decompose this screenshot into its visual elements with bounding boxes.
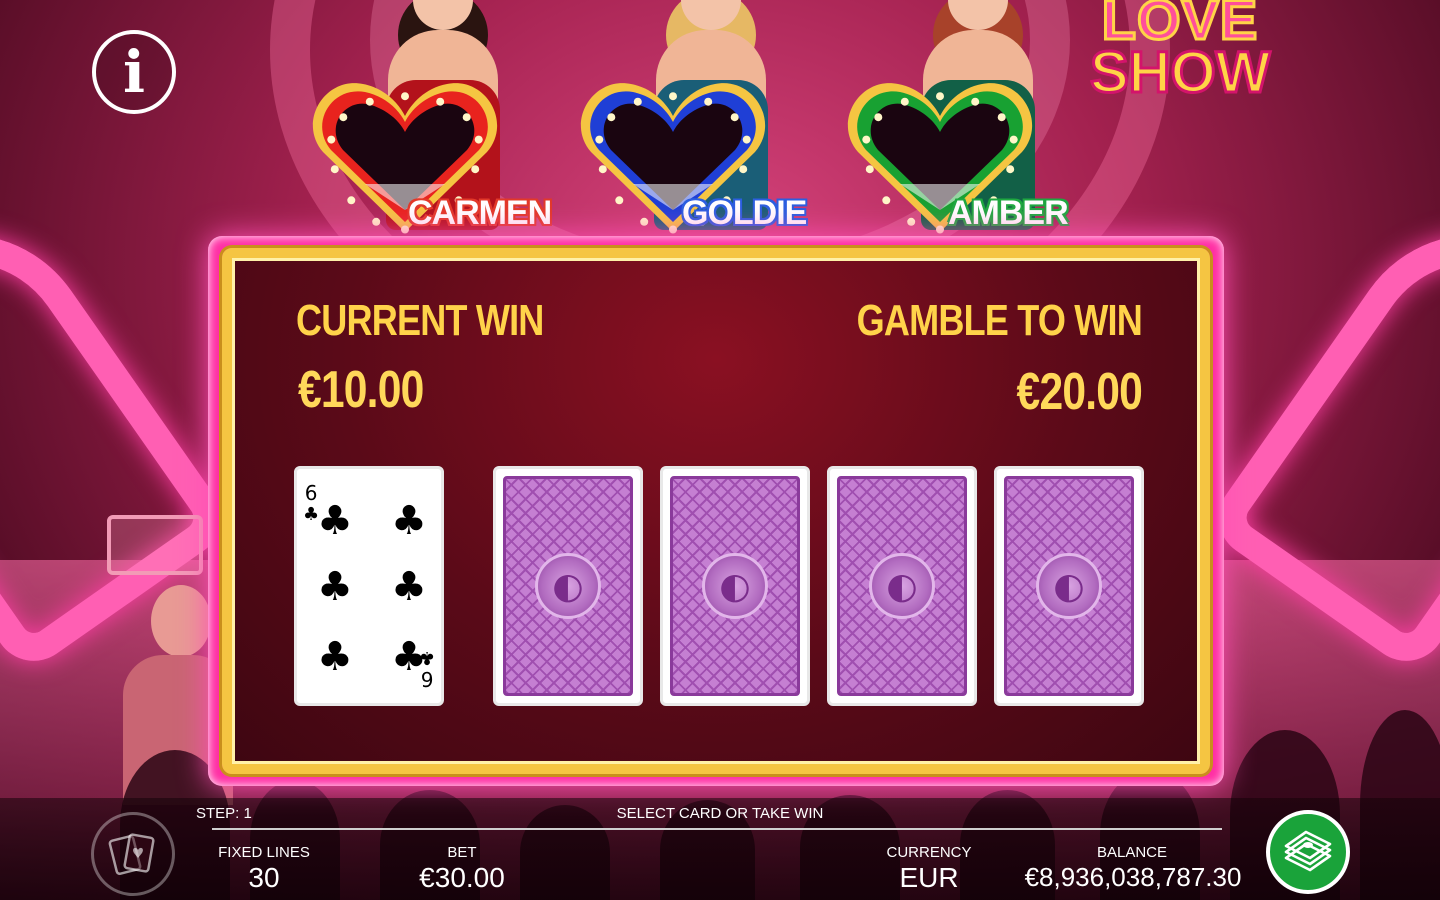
cards-heart-icon xyxy=(108,833,155,876)
face-down-card-3[interactable]: ◐ xyxy=(827,466,977,706)
balance-label: BALANCE xyxy=(1096,844,1168,861)
gamble-to-win-value: €20.00 xyxy=(1016,363,1143,421)
info-icon: i xyxy=(122,38,146,106)
take-win-button[interactable] xyxy=(1266,810,1350,894)
balance-value: €8,936,038,787.30 xyxy=(1024,862,1242,892)
currency-value: EUR xyxy=(899,862,959,893)
contestant-name: CARMEN xyxy=(408,194,552,232)
club-pip: ♣ xyxy=(391,498,427,544)
card-back-emblem-icon: ◐ xyxy=(869,553,935,619)
current-win-label: CURRENT WIN xyxy=(296,296,544,345)
card-back-emblem-icon: ◐ xyxy=(702,553,768,619)
currency-label: CURRENCY xyxy=(886,844,972,861)
dealer-card: 6 ♣ 6 ♣ ♣ ♣ ♣ ♣ ♣ ♣ xyxy=(294,466,444,706)
face-down-card-4[interactable]: ◐ xyxy=(994,466,1144,706)
logo-line-1: LOVE xyxy=(1100,0,1259,51)
bar-divider xyxy=(212,828,1222,830)
bet-label: BET xyxy=(447,844,477,861)
gamble-to-win-label: GAMBLE TO WIN xyxy=(856,296,1143,345)
game-logo: LOVE SHOW xyxy=(1089,0,1272,105)
club-pip: ♣ xyxy=(317,498,353,544)
club-pip: ♣ xyxy=(391,564,427,610)
club-pip: ♣ xyxy=(317,564,353,610)
face-down-card-2[interactable]: ◐ xyxy=(660,466,810,706)
contestant-name: AMBER xyxy=(948,194,1069,232)
club-pip: ♣ xyxy=(391,634,427,680)
bet-value[interactable]: €30.00 xyxy=(392,862,532,894)
card-back-emblem-icon: ◐ xyxy=(535,553,601,619)
status-message: SELECT CARD OR TAKE WIN xyxy=(616,805,824,822)
gamble-button[interactable] xyxy=(91,812,175,896)
cash-stack-icon xyxy=(1284,830,1332,872)
fixed-lines-label: FIXED LINES xyxy=(218,844,310,861)
logo-line-2: SHOW xyxy=(1089,39,1272,105)
info-button[interactable]: i xyxy=(92,30,176,114)
face-down-card-1[interactable]: ◐ xyxy=(493,466,643,706)
club-pip: ♣ xyxy=(317,634,353,680)
card-back-emblem-icon: ◐ xyxy=(1036,553,1102,619)
fixed-lines-value: 30 xyxy=(248,862,280,893)
contestant-name: GOLDIE xyxy=(682,194,807,232)
step-indicator: STEP: 1 xyxy=(196,805,252,822)
current-win-value: €10.00 xyxy=(298,361,424,419)
